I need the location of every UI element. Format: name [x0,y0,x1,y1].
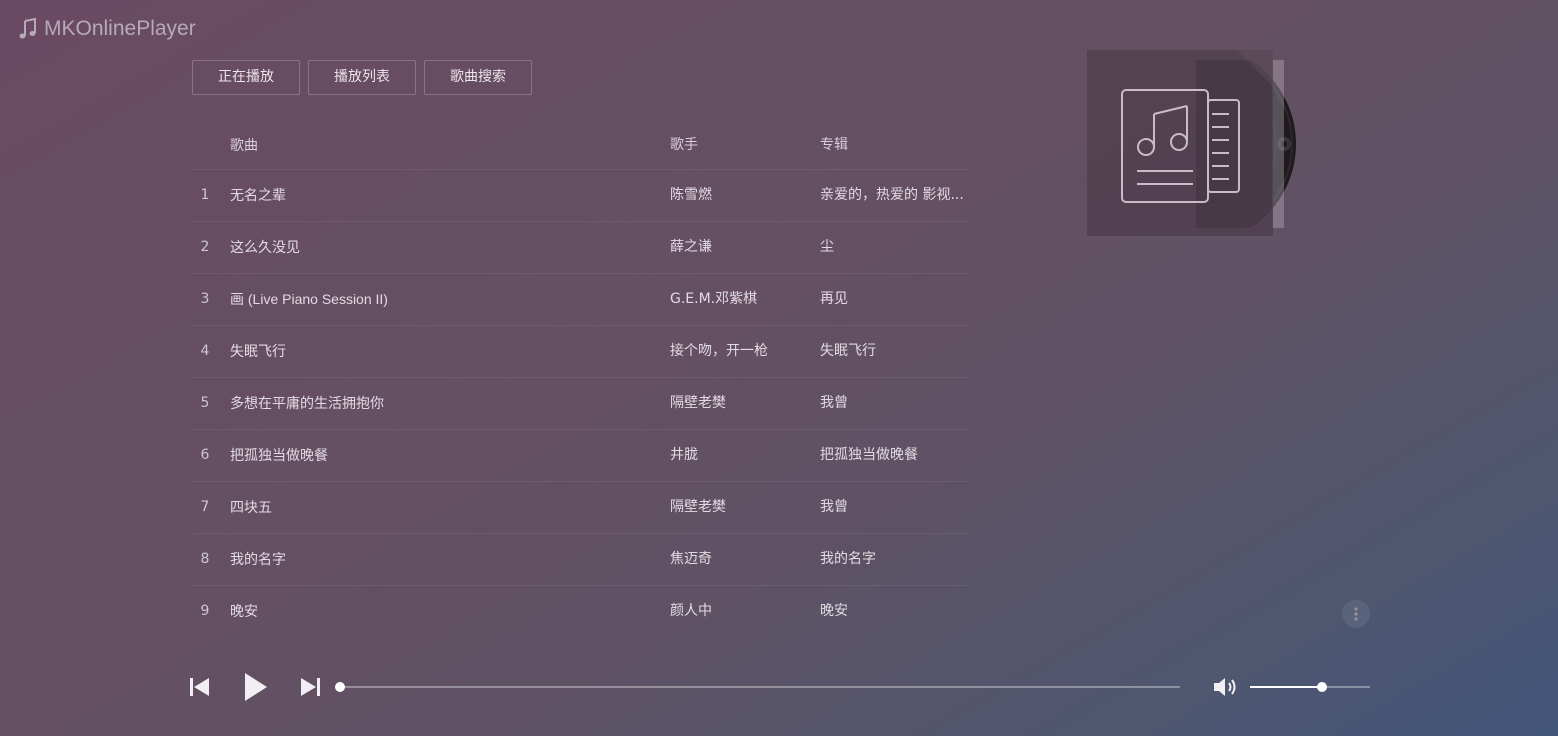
list-item-title[interactable]: 多想在平庸的生活拥抱你 [230,378,650,429]
list-item-title[interactable]: 我的名字 [230,534,650,585]
list-item-artist[interactable]: G.E.M.邓紫棋 [670,274,800,325]
list-item-artist[interactable]: 井胧 [670,430,800,481]
list-item[interactable]: 1 无名之辈 陈雪燃 亲爱的，热爱的 影视... [192,170,969,222]
list-item-number: 7 [200,499,210,515]
list-item-album[interactable]: 尘 [820,222,966,273]
progress-bar[interactable] [335,682,1180,692]
list-item-album[interactable]: 把孤独当做晚餐 [820,430,966,481]
skip-previous-icon[interactable] [189,676,211,698]
volume-icon[interactable] [1212,676,1240,698]
volume-knob[interactable] [1317,682,1327,692]
list-item-number: 1 [200,187,210,203]
list-item[interactable]: 4 失眠飞行 接个吻，开一枪 失眠飞行 [192,326,969,378]
list-item-album[interactable]: 再见 [820,274,966,325]
list-item[interactable]: 3 画 (Live Piano Session II) G.E.M.邓紫棋 再见 [192,274,969,326]
list-item-artist[interactable]: 接个吻，开一枪 [670,326,800,377]
list-item-artist[interactable]: 薛之谦 [670,222,800,273]
column-header-title: 歌曲 [230,137,258,153]
list-item-album[interactable]: 我的名字 [820,534,966,585]
skip-next-icon[interactable] [299,676,321,698]
list-item-artist[interactable]: 颜人中 [670,586,800,637]
list-item-number: 2 [200,239,210,255]
list-item-number: 3 [200,291,210,307]
music-note-icon [19,18,36,39]
list-item[interactable]: 2 这么久没见 薛之谦 尘 [192,222,969,274]
list-item-title[interactable]: 无名之辈 [230,170,650,221]
list-item-number: 9 [200,603,210,619]
list-item-album[interactable]: 我曾 [820,482,966,533]
list-item-album[interactable]: 失眠飞行 [820,326,966,377]
list-item-number: 4 [200,343,210,359]
list-item-artist[interactable]: 隔壁老樊 [670,482,800,533]
tab-bar: 正在播放 播放列表 歌曲搜索 [192,60,532,95]
volume-fill [1250,686,1322,688]
tab-search[interactable]: 歌曲搜索 [424,60,532,95]
list-item-title[interactable]: 四块五 [230,482,650,533]
list-item-number: 6 [200,447,210,463]
more-options-button[interactable] [1342,600,1370,628]
column-header-artist: 歌手 [670,137,698,153]
list-item-album[interactable]: 晚安 [820,586,966,637]
list-item[interactable]: 6 把孤独当做晚餐 井胧 把孤独当做晚餐 [192,430,969,482]
list-item-title[interactable]: 把孤独当做晚餐 [230,430,650,481]
list-item[interactable]: 9 晚安 颜人中 晚安 [192,586,969,637]
list-header: 歌曲 歌手 专辑 [192,119,969,170]
list-item-title[interactable]: 画 (Live Piano Session II) [230,274,650,325]
list-item-number: 8 [200,551,210,567]
list-item-title[interactable]: 这么久没见 [230,222,650,273]
more-vertical-icon [1354,607,1358,621]
list-item-artist[interactable]: 焦迈奇 [670,534,800,585]
play-icon[interactable] [243,672,269,702]
list-item-title[interactable]: 失眠飞行 [230,326,650,377]
song-list: 歌曲 歌手 专辑 1 无名之辈 陈雪燃 亲爱的，热爱的 影视... 2 这么久没… [192,119,969,637]
list-item-album[interactable]: 亲爱的，热爱的 影视... [820,170,966,221]
list-item-album[interactable]: 我曾 [820,378,966,429]
list-item-artist[interactable]: 隔壁老樊 [670,378,800,429]
album-cover [1087,50,1273,240]
app-logo: MKOnlinePlayer [18,14,196,44]
list-item[interactable]: 5 多想在平庸的生活拥抱你 隔壁老樊 我曾 [192,378,969,430]
column-header-album: 专辑 [820,137,848,153]
list-item-number: 5 [200,395,210,411]
volume-slider[interactable] [1250,682,1370,692]
app-title: MKOnlinePlayer [44,17,196,40]
tab-now-playing[interactable]: 正在播放 [192,60,300,95]
music-document-icon [1121,50,1273,203]
list-item-artist[interactable]: 陈雪燃 [670,170,800,221]
list-item-title[interactable]: 晚安 [230,586,650,637]
tab-playlist[interactable]: 播放列表 [308,60,416,95]
list-item[interactable]: 7 四块五 隔壁老樊 我曾 [192,482,969,534]
progress-knob[interactable] [335,682,345,692]
list-item[interactable]: 8 我的名字 焦迈奇 我的名字 [192,534,969,586]
